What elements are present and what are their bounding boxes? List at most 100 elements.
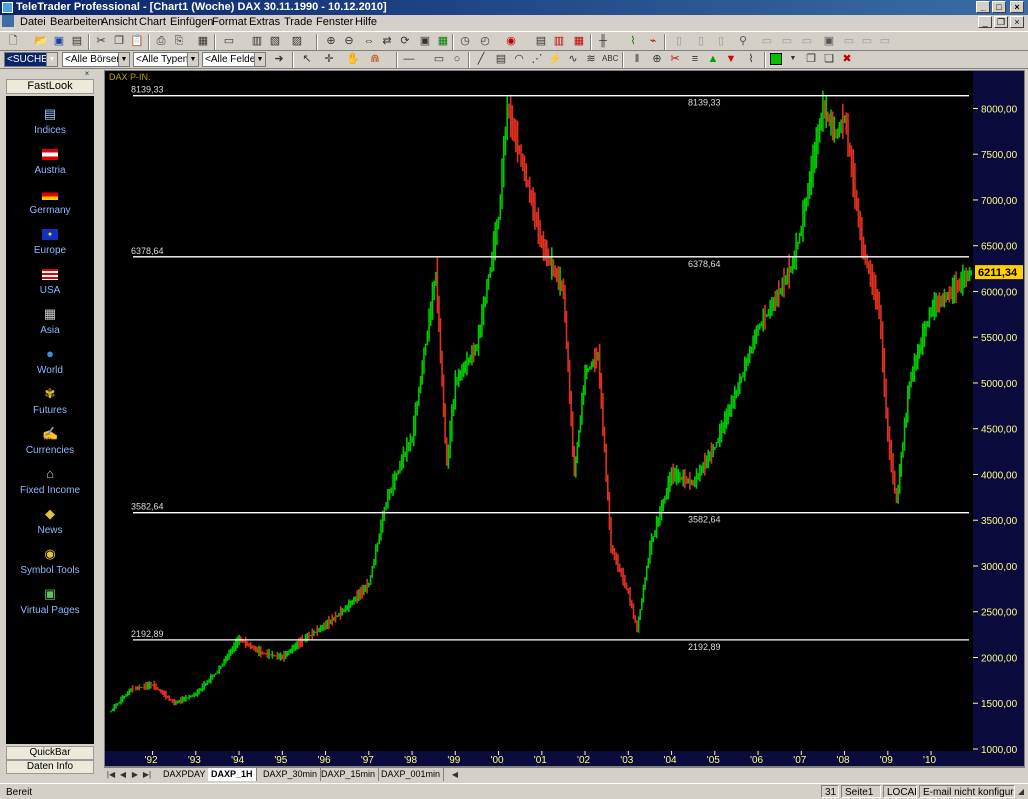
next-tab-icon[interactable]: ▶	[130, 768, 140, 781]
panel2-icon[interactable]: ▭	[780, 34, 794, 48]
scroll-icon[interactable]: ⇄	[380, 34, 394, 48]
save-icon[interactable]: ▣	[52, 34, 66, 48]
period-icon[interactable]: ◴	[478, 34, 492, 48]
cut-icon[interactable]: ✂	[94, 34, 108, 48]
chevron-down-icon[interactable]: ▼	[46, 53, 57, 66]
tab-daxp-001min[interactable]: DAXP_001min	[378, 768, 445, 781]
cascade-icon[interactable]: ▧	[268, 34, 282, 48]
delete-drawing-icon[interactable]: ✖	[840, 52, 854, 66]
daten-info-button[interactable]: Daten Info	[6, 760, 94, 774]
save-all-icon[interactable]: ▤	[70, 34, 84, 48]
paste-icon[interactable]: 📋	[130, 34, 144, 48]
crosshair-icon[interactable]: ✛	[322, 52, 336, 66]
menu-datei[interactable]: Datei	[20, 16, 46, 29]
group-icon[interactable]: ❏	[822, 52, 836, 66]
panel3-icon[interactable]: ▭	[800, 34, 814, 48]
fibonacci-icon[interactable]: ≡	[688, 52, 702, 66]
target-icon[interactable]: ⊕	[650, 52, 664, 66]
color-swatch[interactable]	[770, 53, 782, 65]
page-setup-icon[interactable]: ▦	[196, 34, 210, 48]
sidebar-item-fixed-income[interactable]: ⌂ Fixed Income	[6, 466, 94, 506]
list-icon[interactable]: ▥	[552, 34, 566, 48]
sidebar-item-indices[interactable]: ▤ Indices	[6, 106, 94, 146]
mdi-minimize-button[interactable]: _	[978, 16, 992, 28]
sidebar-item-currencies[interactable]: ✍ Currencies	[6, 426, 94, 466]
channel-icon[interactable]: ▤	[494, 52, 508, 66]
quickbar-button[interactable]: QuickBar	[6, 746, 94, 760]
exchanges-select[interactable]: <Alle Börsen> ▼	[62, 52, 130, 67]
new-icon[interactable]: 🗋	[6, 34, 20, 48]
menu-einfuegen[interactable]: Einfügen	[170, 16, 213, 29]
menu-ansicht[interactable]: Ansicht	[101, 16, 137, 29]
grid-icon[interactable]: ▦	[436, 34, 450, 48]
menu-trade[interactable]: Trade	[284, 16, 312, 29]
hand-icon[interactable]: ✋	[346, 52, 360, 66]
print-preview-icon[interactable]: ⎘	[172, 34, 186, 48]
fan-icon[interactable]: ⋰	[530, 52, 544, 66]
tile-icon[interactable]: ▥	[250, 34, 264, 48]
clock-icon[interactable]: ◷	[458, 34, 472, 48]
sidebar-item-usa[interactable]: USA	[6, 266, 94, 306]
layout-icon[interactable]: ▨	[290, 34, 304, 48]
minimize-button[interactable]: _	[976, 1, 990, 13]
arc-icon[interactable]: ◠	[512, 52, 526, 66]
candle-icon[interactable]: ╫	[596, 34, 610, 48]
line-icon[interactable]: —	[402, 52, 416, 66]
export-icon[interactable]: ▣	[418, 34, 432, 48]
arrow-down-icon[interactable]: ▼	[724, 52, 738, 66]
menu-fenster[interactable]: Fenster	[316, 16, 353, 29]
doc2-icon[interactable]: ▯	[694, 34, 708, 48]
tab-scroll-icon[interactable]: ◀	[450, 768, 460, 781]
sidebar-item-news[interactable]: ◆ News	[6, 506, 94, 546]
menu-bearbeiten[interactable]: Bearbeiten	[50, 16, 103, 29]
trendline-icon[interactable]: ╱	[474, 52, 488, 66]
monitor-icon[interactable]: ▣	[822, 34, 836, 48]
sidebar-item-futures[interactable]: ✾ Futures	[6, 386, 94, 426]
menu-hilfe[interactable]: Hilfe	[355, 16, 377, 29]
panel1-icon[interactable]: ▭	[760, 34, 774, 48]
study-icon[interactable]: ⌁	[646, 34, 660, 48]
first-tab-icon[interactable]: |◀	[106, 768, 116, 781]
go-arrow-icon[interactable]: ➜	[272, 52, 286, 66]
chart-window[interactable]: DAX P-IN. 8000,00 7500,00 7000,00 6500,00 600…	[104, 70, 1025, 767]
sidebar-item-europe[interactable]: ✦ Europe	[6, 226, 94, 266]
panel4-icon[interactable]: ▭	[842, 34, 856, 48]
scissors-icon[interactable]: ✂	[668, 52, 682, 66]
print-icon[interactable]: ⎙	[154, 34, 168, 48]
resize-grip-icon[interactable]: ◢	[1016, 785, 1026, 797]
maximize-button[interactable]: □	[992, 1, 1006, 13]
chevron-down-icon[interactable]: ▼	[187, 53, 198, 66]
open-icon[interactable]: 📂	[34, 34, 48, 48]
sheet-icon[interactable]: ▦	[572, 34, 586, 48]
layers-icon[interactable]: ❐	[804, 52, 818, 66]
indicator-icon[interactable]: ⌇	[626, 34, 640, 48]
search-input[interactable]: <SUCHE> ▼	[4, 52, 58, 67]
close-button[interactable]: ×	[1010, 1, 1024, 13]
binoculars-icon[interactable]: ⚲	[736, 34, 750, 48]
sidebar-item-asia[interactable]: ▦ Asia	[6, 306, 94, 346]
prev-tab-icon[interactable]: ◀	[118, 768, 128, 781]
sidebar-item-virtual-pages[interactable]: ▣ Virtual Pages	[6, 586, 94, 626]
tab-daxp-15min[interactable]: DAXP_15min	[318, 768, 380, 781]
menu-extras[interactable]: Extras	[249, 16, 280, 29]
arrow-up-icon[interactable]: ▲	[706, 52, 720, 66]
cycle-icon[interactable]: ≋	[584, 52, 598, 66]
tab-daxp-1h[interactable]: DAXP_1H	[208, 768, 257, 781]
sidebar-item-austria[interactable]: Austria	[6, 146, 94, 186]
sidebar-item-world[interactable]: ● World	[6, 346, 94, 386]
chevron-down-icon[interactable]: ▼	[786, 52, 800, 66]
doc3-icon[interactable]: ▯	[714, 34, 728, 48]
magnet-icon[interactable]: ⋒	[368, 52, 382, 66]
ellipse-icon[interactable]: ○	[450, 52, 464, 66]
zoom-out-icon[interactable]: ⊖	[342, 34, 356, 48]
zoom-in-icon[interactable]: ⊕	[324, 34, 338, 48]
window-icon[interactable]: ▭	[222, 34, 236, 48]
chevron-down-icon[interactable]: ▼	[254, 53, 265, 66]
pointer-icon[interactable]: ↖	[300, 52, 314, 66]
doc1-icon[interactable]: ▯	[672, 34, 686, 48]
signal-icon[interactable]: ⚡	[548, 52, 562, 66]
rectangle-icon[interactable]: ▭	[432, 52, 446, 66]
copy-icon[interactable]: ❐	[112, 34, 126, 48]
drawing-icon[interactable]: ⌇	[744, 52, 758, 66]
refresh-icon[interactable]: ⟳	[398, 34, 412, 48]
